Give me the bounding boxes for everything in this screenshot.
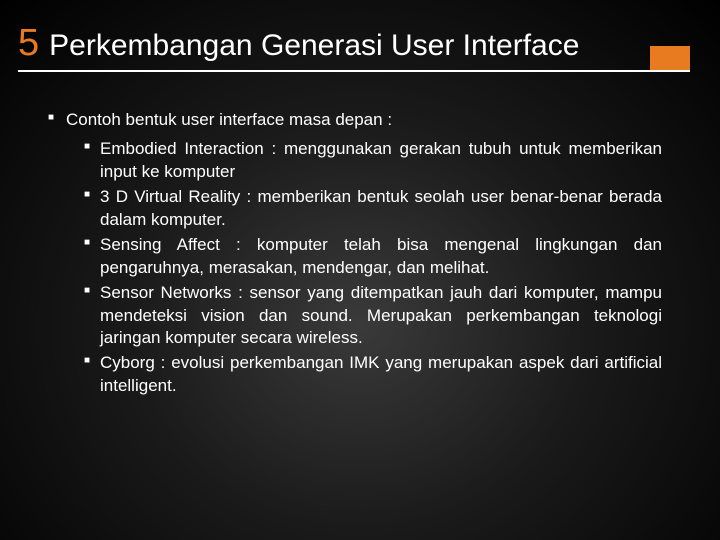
- accent-block: [650, 46, 690, 72]
- title-number: 5: [18, 22, 39, 65]
- sub-bullet: 3 D Virtual Reality : memberikan bentuk …: [84, 186, 662, 232]
- sub-bullet: Cyborg : evolusi perkembangan IMK yang m…: [84, 352, 662, 398]
- slide-content: Contoh bentuk user interface masa depan …: [0, 69, 720, 398]
- main-bullet: Contoh bentuk user interface masa depan …: [48, 109, 672, 132]
- title-underline: [18, 70, 690, 72]
- sub-bullet: Sensing Affect : komputer telah bisa men…: [84, 234, 662, 280]
- title-text: Perkembangan Generasi User Interface: [49, 29, 579, 63]
- slide-title-row: 5 Perkembangan Generasi User Interface: [0, 0, 720, 69]
- sub-bullet: Sensor Networks : sensor yang ditempatka…: [84, 282, 662, 351]
- sub-bullet-list: Embodied Interaction : menggunakan gerak…: [48, 138, 672, 398]
- sub-bullet: Embodied Interaction : menggunakan gerak…: [84, 138, 662, 184]
